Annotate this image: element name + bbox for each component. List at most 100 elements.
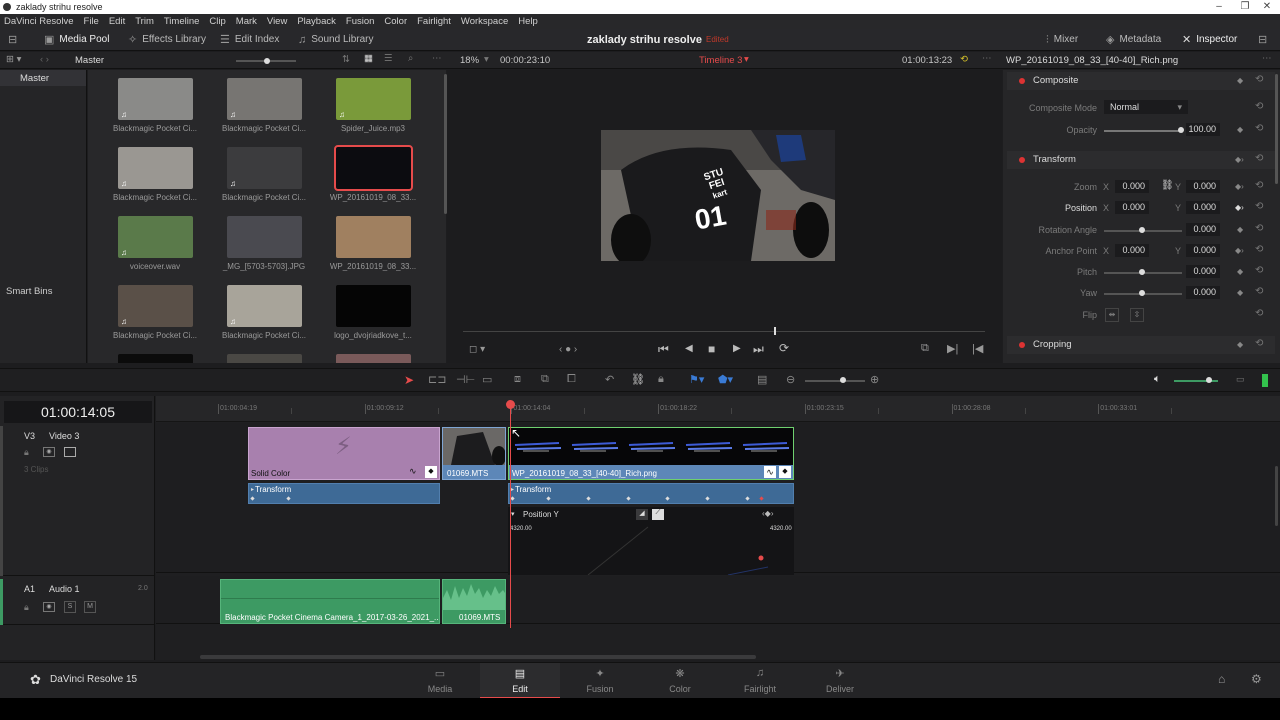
track-a1-lock-icon[interactable]: 🔒︎ bbox=[24, 602, 29, 613]
timeline-zoom-slider[interactable] bbox=[805, 380, 865, 382]
media-thumbnail[interactable]: ♫ bbox=[118, 147, 193, 189]
timeline-name[interactable]: Timeline 3 bbox=[699, 55, 742, 66]
inspector-scrollbar[interactable] bbox=[1275, 74, 1278, 184]
menu-item-color[interactable]: Color bbox=[384, 16, 407, 27]
meter-toggle-icon[interactable]: ▭ bbox=[1236, 374, 1245, 385]
list-view-icon[interactable]: ☰ bbox=[384, 53, 393, 64]
media-thumbnail[interactable]: ♫ bbox=[227, 285, 302, 327]
replace-clip-icon[interactable]: ⧠ bbox=[567, 373, 576, 386]
volume-knob[interactable] bbox=[1206, 377, 1212, 383]
zoom-out-icon[interactable]: ⊖ bbox=[786, 373, 795, 386]
blade-tool-icon[interactable]: ▭ bbox=[482, 373, 492, 386]
position-lock-icon[interactable]: 🔒︎ bbox=[658, 373, 664, 386]
pitch-field[interactable]: 0.000 bbox=[1186, 265, 1220, 278]
opacity-slider[interactable] bbox=[1104, 130, 1182, 132]
keyframe[interactable] bbox=[250, 496, 255, 501]
menu-item-davinci-resolve[interactable]: DaVinci Resolve bbox=[4, 16, 74, 27]
track-a1-name[interactable]: Audio 1 bbox=[49, 584, 80, 594]
reverse-play-icon[interactable]: ◀ bbox=[685, 343, 693, 354]
flag-icon[interactable]: ⚑▾ bbox=[689, 373, 704, 386]
metadata-button[interactable]: ◈ Metadata bbox=[1106, 29, 1161, 51]
media-thumbnail[interactable]: ♫ bbox=[118, 285, 193, 327]
jog-icon[interactable]: ‹ ● › bbox=[559, 344, 577, 355]
grid-view-icon[interactable]: ▦ bbox=[364, 53, 373, 64]
nav-arrows-icon[interactable]: ‹ › bbox=[40, 54, 49, 65]
marker-icon[interactable]: ⬟▾ bbox=[718, 373, 733, 386]
opacity-field[interactable]: 100.00 bbox=[1186, 123, 1220, 136]
close-icon[interactable]: ✕ bbox=[1254, 0, 1280, 14]
media-thumbnail[interactable] bbox=[118, 354, 193, 363]
flip-vertical-icon[interactable]: ⇳ bbox=[1130, 308, 1144, 322]
minimize-icon[interactable]: – bbox=[1206, 0, 1232, 14]
chevron-down-icon[interactable]: ▾ bbox=[484, 54, 489, 65]
page-tab-fairlight[interactable]: ♫ Fairlight bbox=[720, 663, 800, 699]
timeline-h-scrollbar[interactable] bbox=[200, 655, 756, 659]
thumb-size-knob[interactable] bbox=[264, 58, 270, 64]
menu-item-timeline[interactable]: Timeline bbox=[164, 16, 200, 27]
media-pool-button[interactable]: ▣ Media Pool bbox=[44, 29, 109, 51]
audio-clip-01069[interactable]: 01069.MTS bbox=[442, 579, 506, 624]
insert-clip-icon[interactable]: ⧈ bbox=[514, 373, 521, 386]
timeline-ruler[interactable]: 01:00:04:19 01:00:09:12 01:00:14:04 01:00:1… bbox=[156, 396, 1280, 422]
zoom-x-field[interactable]: 0.000 bbox=[1115, 180, 1149, 193]
match-frame-icon[interactable]: ⧉ bbox=[921, 342, 929, 355]
media-thumbnail[interactable]: ♫ bbox=[227, 147, 302, 189]
sync-icon[interactable]: ⟲ bbox=[960, 54, 968, 65]
keyframe-toggle-icon[interactable]: ◆ bbox=[425, 466, 437, 478]
inspector-options-icon[interactable]: ⋯ bbox=[1262, 53, 1272, 64]
bin-master[interactable]: Master bbox=[20, 73, 49, 84]
zoom-reset-icon[interactable]: ⟲ bbox=[1255, 180, 1263, 191]
curve-icon[interactable]: ∿ bbox=[764, 466, 776, 478]
go-to-end-icon[interactable]: ⏭ bbox=[753, 342, 764, 357]
media-thumbnail[interactable]: ♫ bbox=[336, 78, 411, 120]
go-to-start-icon[interactable]: ⏮ bbox=[658, 342, 669, 357]
home-icon[interactable]: ⌂ bbox=[1218, 672, 1225, 686]
rotation-keyframe-icon[interactable]: ◆ bbox=[1237, 225, 1243, 234]
viewer-zoom[interactable]: 18% bbox=[460, 55, 479, 66]
page-tab-fusion[interactable]: ✦ Fusion bbox=[560, 663, 640, 699]
media-thumbnail[interactable] bbox=[336, 354, 411, 363]
link-icon[interactable]: ⛓ bbox=[1161, 180, 1174, 191]
menu-item-playback[interactable]: Playback bbox=[297, 16, 336, 27]
yaw-reset-icon[interactable]: ⟲ bbox=[1255, 286, 1263, 297]
track-a1-auto-select-icon[interactable]: ◉ bbox=[43, 602, 55, 612]
viewer-options-icon[interactable]: ⋯ bbox=[982, 53, 992, 64]
expand-icon[interactable]: ▸ bbox=[251, 486, 254, 493]
inspector-button[interactable]: ✕ Inspector bbox=[1182, 29, 1237, 51]
sort-icon[interactable]: ⇅ bbox=[342, 54, 350, 65]
opacity-knob[interactable] bbox=[1178, 127, 1184, 133]
rotation-field[interactable]: 0.000 bbox=[1186, 223, 1220, 236]
media-thumbnail[interactable]: ♫ bbox=[227, 78, 302, 120]
linked-selection-icon[interactable]: ⛓ bbox=[631, 373, 645, 386]
keyframe[interactable] bbox=[665, 496, 670, 501]
snapping-icon[interactable]: ↶ bbox=[605, 373, 614, 386]
zoom-keyframe-icon[interactable]: ◆› bbox=[1235, 182, 1244, 191]
viewer-scrubber[interactable] bbox=[463, 331, 985, 332]
timeline-v-scrollbar[interactable] bbox=[1275, 466, 1278, 526]
cropping-keyframe-icon[interactable]: ◆ bbox=[1237, 340, 1243, 349]
menu-item-view[interactable]: View bbox=[267, 16, 287, 27]
cropping-reset-icon[interactable]: ⟲ bbox=[1255, 338, 1263, 349]
edit-index-button[interactable]: ☰ Edit Index bbox=[220, 29, 279, 51]
menu-item-edit[interactable]: Edit bbox=[109, 16, 125, 27]
keyframe-selected[interactable] bbox=[759, 496, 764, 501]
play-icon[interactable]: ▶ bbox=[733, 343, 741, 354]
media-thumbnail[interactable] bbox=[336, 216, 411, 258]
media-thumbnail[interactable]: ♫ bbox=[118, 216, 193, 258]
transform-keyframe-icon[interactable]: ◆› bbox=[1235, 155, 1244, 164]
page-tab-media[interactable]: ▭ Media bbox=[400, 663, 480, 699]
keyframe-toggle-icon[interactable]: ◆ bbox=[779, 466, 791, 478]
composite-keyframe-icon[interactable]: ◆ bbox=[1237, 76, 1243, 85]
menu-item-fairlight[interactable]: Fairlight bbox=[417, 16, 451, 27]
effects-library-button[interactable]: ✧ Effects Library bbox=[128, 29, 206, 51]
scrubber-playhead[interactable] bbox=[774, 327, 776, 335]
loop-icon[interactable]: ⟳ bbox=[779, 341, 789, 355]
pitch-knob[interactable] bbox=[1139, 269, 1145, 275]
selection-tool-icon[interactable]: ➤ bbox=[404, 373, 414, 387]
solo-button[interactable]: S bbox=[64, 601, 76, 613]
anchor-reset-icon[interactable]: ⟲ bbox=[1255, 244, 1263, 255]
zoom-y-field[interactable]: 0.000 bbox=[1186, 180, 1220, 193]
timeline-dropdown-icon[interactable]: ▾ bbox=[744, 54, 749, 65]
curve-keyframe-point[interactable] bbox=[758, 555, 764, 561]
keyframe[interactable] bbox=[510, 496, 515, 501]
